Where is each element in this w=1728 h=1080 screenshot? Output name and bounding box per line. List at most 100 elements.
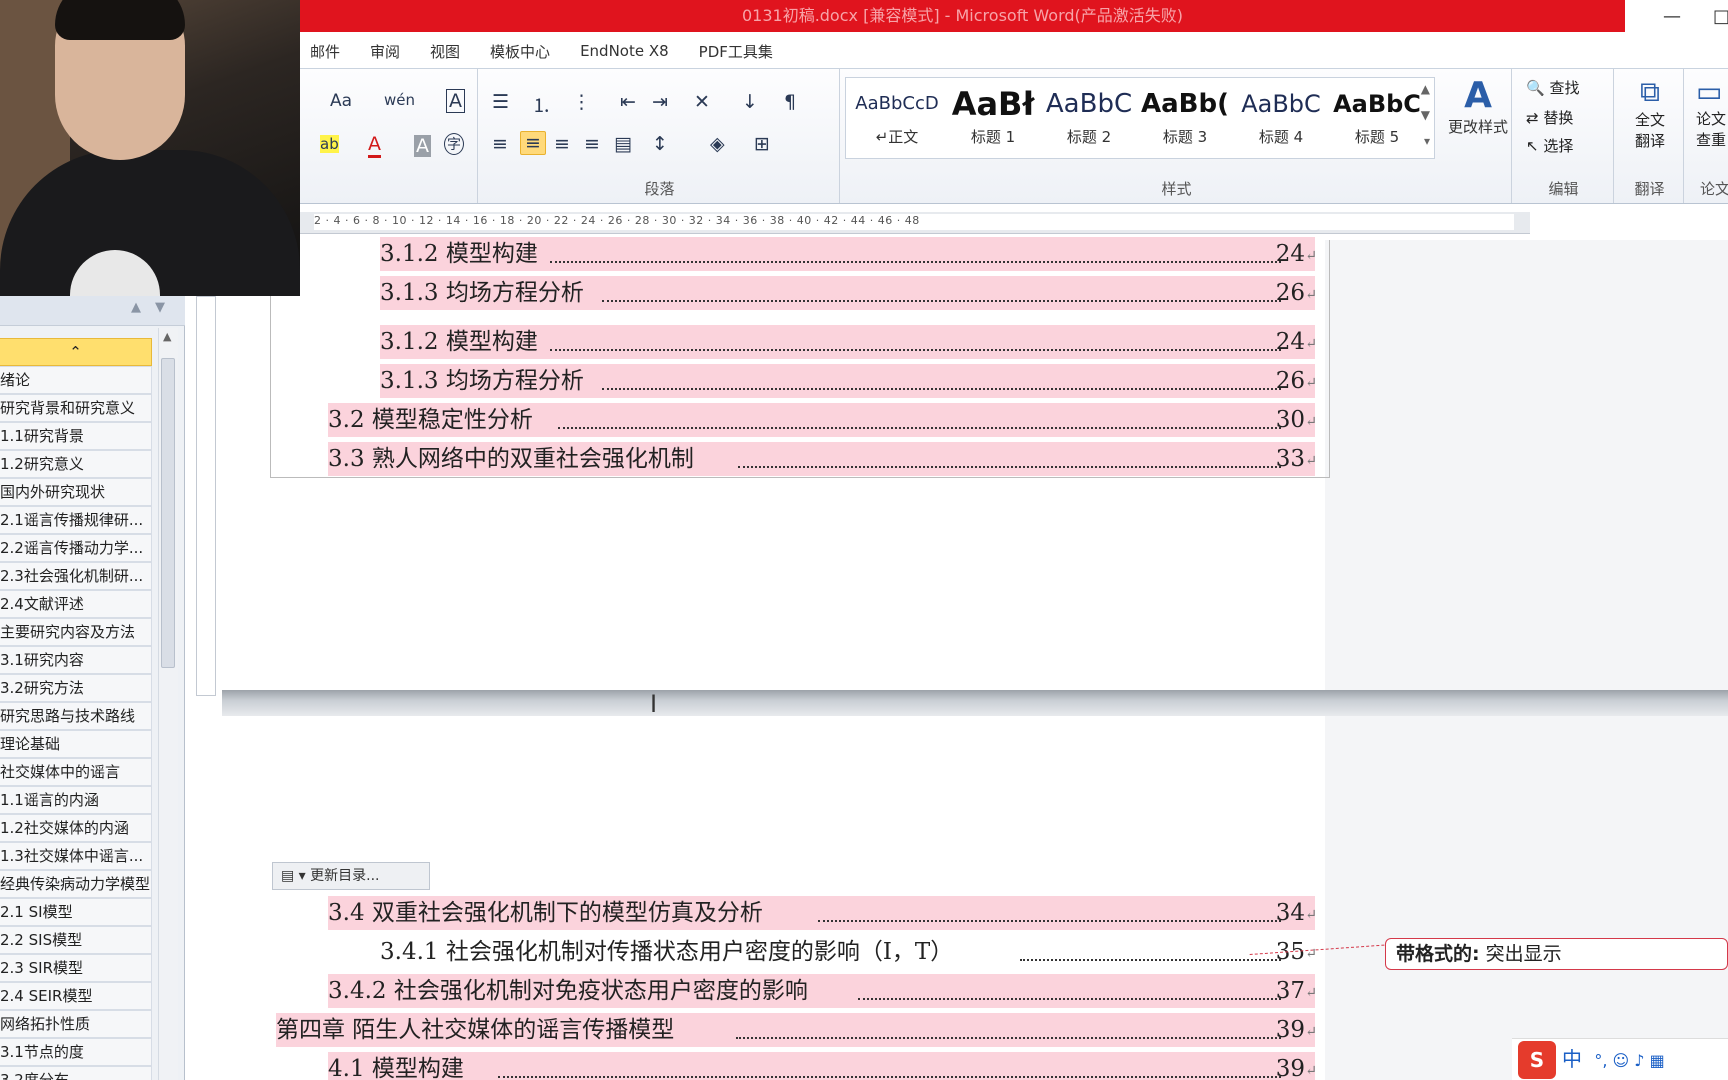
vertical-ruler[interactable] [196,296,216,696]
nav-heading-item[interactable]: 1.1谣言的内涵 [0,786,152,814]
tab-view[interactable]: 视图 [420,41,480,62]
ime-toolbar[interactable]: S中 °, ☺ ♪ ▦ [1512,1038,1728,1080]
nav-heading-item[interactable]: 3.2度分布 [0,1066,152,1080]
highlight-button[interactable]: ab [320,135,339,153]
borders-icon[interactable]: ⊞ [754,133,770,155]
style-heading-4[interactable]: AaBbC 标题 4 [1234,82,1328,156]
change-case-button[interactable]: Aa [330,91,352,111]
toc-field-border [270,240,1330,478]
text-cursor-icon: I [650,690,658,718]
style-normal[interactable]: AaBbCcD ↵正文 [850,82,944,156]
nav-heading-item[interactable]: 绪论 [0,366,152,394]
nav-heading-item[interactable]: 2.2 SIS模型 [0,926,152,954]
align-right-icon[interactable]: ≡ [554,133,570,155]
char-shading-button[interactable]: A [414,135,431,157]
find-button[interactable]: 🔍 查找 [1526,77,1579,98]
nav-heading-item[interactable]: 国内外研究现状 [0,478,152,506]
ime-lang[interactable]: 中 [1562,1047,1582,1071]
style-heading-2[interactable]: AaBbC 标题 2 [1042,82,1136,156]
numbering-icon[interactable]: ⒈ [532,91,551,118]
ime-tool-icons[interactable]: °, ☺ ♪ ▦ [1594,1051,1664,1070]
full-translate-button[interactable]: ⧉ 全文 翻译 [1626,75,1674,151]
toc-entry[interactable]: 3.4 双重社会强化机制下的模型仿真及分析 34 ↵ [328,896,1315,930]
nav-heading-item[interactable]: 理论基础 [0,730,152,758]
nav-heading-item[interactable]: 2.1谣言传播规律研... [0,506,152,534]
nav-heading-item[interactable]: 社交媒体中的谣言 [0,758,152,786]
distributed-icon[interactable]: ▤ [614,133,632,155]
nav-up-icon[interactable]: ▲ [131,300,141,315]
replace-button[interactable]: ⇄ 替换 [1526,107,1573,128]
gallery-more-icon[interactable]: ▾ [1424,134,1430,148]
font-color-button[interactable]: A [368,133,381,158]
shading-icon[interactable]: ◈ [710,133,725,155]
nav-heading-item[interactable]: 2.3 SIR模型 [0,954,152,982]
change-styles-button[interactable]: A 更改样式 [1446,75,1510,137]
restore-button[interactable]: □ [1713,6,1728,27]
nav-heading-item[interactable]: 1.3社交媒体中谣言... [0,842,152,870]
chinese-layout-icon[interactable]: ✕ [694,91,710,113]
nav-scroll-thumb[interactable] [161,358,175,668]
gallery-down-icon[interactable]: ▼ [1421,108,1430,122]
nav-heading-item[interactable]: 1.2研究意义 [0,450,152,478]
paper-check-button[interactable]: ▭ 论文 查重 [1696,75,1728,150]
format-comment-balloon[interactable]: 带格式的: 突出显示 [1385,938,1728,970]
minimize-button[interactable]: — [1663,6,1681,27]
toc-entry[interactable]: 3.4.1 社会强化机制对传播状态用户密度的影响（I，T） 35 ↵ [380,935,1315,969]
increase-indent-icon[interactable]: ⇥ [652,91,668,113]
line-spacing-icon[interactable]: ↕ [652,133,668,155]
nav-heading-item[interactable]: 2.2谣言传播动力学... [0,534,152,562]
nav-heading-item[interactable]: 1.1研究背景 [0,422,152,450]
tab-pdf-tools[interactable]: PDF工具集 [689,41,793,62]
tab-mail[interactable]: 邮件 [300,41,360,62]
nav-heading-item[interactable]: 3.1研究内容 [0,646,152,674]
enclose-char-button[interactable]: 字 [444,133,464,155]
tab-template-center[interactable]: 模板中心 [480,41,570,62]
bullets-icon[interactable]: ☰ [492,91,509,113]
nav-heading-item[interactable]: 网络拓扑性质 [0,1010,152,1038]
toc-entry[interactable]: 4.1 模型构建 39 ↵ [328,1052,1315,1080]
align-left-icon[interactable]: ≡ [492,133,508,155]
paragraph-mark-icon: ↵ [1305,1024,1315,1040]
nav-heading-item[interactable]: 2.1 SI模型 [0,898,152,926]
toc-entry[interactable]: 第四章 陌生人社交媒体的谣言传播模型 39 ↵ [276,1013,1315,1047]
nav-heading-item[interactable]: 研究背景和研究意义 [0,394,152,422]
toc-entry[interactable]: 3.4.2 社会强化机制对免疫状态用户密度的影响 37 ↵ [328,974,1315,1008]
nav-heading-item[interactable]: 研究思路与技术路线 [0,702,152,730]
nav-heading-item[interactable]: 2.4 SEIR模型 [0,982,152,1010]
horizontal-ruler[interactable]: 2 · 4 · 6 · 8 · 10 · 12 · 14 · 16 · 18 ·… [300,212,1530,234]
select-button[interactable]: ↖ 选择 [1526,135,1573,156]
comment-label: 带格式的: [1396,943,1480,965]
nav-heading-item[interactable]: 经典传染病动力学模型 [0,870,152,898]
nav-down-icon[interactable]: ▼ [155,300,165,315]
nav-heading-item[interactable]: 3.2研究方法 [0,674,152,702]
decrease-indent-icon[interactable]: ⇤ [620,91,636,113]
page-break-gap [222,690,1728,716]
show-marks-icon[interactable]: ¶ [784,91,796,113]
align-center-icon[interactable]: ≡ [520,131,546,155]
scroll-up-icon[interactable]: ▲ [163,330,171,343]
char-border-button[interactable]: A [446,89,465,113]
nav-scrollbar[interactable]: ▲ [158,328,178,1080]
style-heading-5[interactable]: AaBbC 标题 5 [1330,82,1424,156]
nav-heading-item[interactable]: 1.2社交媒体的内涵 [0,814,152,842]
style-heading-1[interactable]: AaBł 标题 1 [946,82,1040,156]
phonetic-guide-button[interactable]: wén [384,91,415,109]
select-label: 选择 [1543,137,1574,155]
sort-icon[interactable]: ↓ [742,91,758,113]
nav-heading-item[interactable]: 2.3社会强化机制研... [0,562,152,590]
nav-collapse-button[interactable]: ⌃ [0,338,152,366]
gallery-up-icon[interactable]: ▲ [1421,82,1430,96]
style-name: 标题 5 [1354,128,1400,146]
toc-entry-text: 4.1 模型构建 [328,1056,464,1080]
tab-review[interactable]: 审阅 [360,41,420,62]
justify-icon[interactable]: ≡ [584,133,600,155]
nav-heading-item[interactable]: 2.4文献评述 [0,590,152,618]
nav-heading-item[interactable]: 3.1节点的度 [0,1038,152,1066]
multilevel-list-icon[interactable]: ⋮ [572,91,591,113]
update-toc-button[interactable]: ▤ ▾ 更新目录... [272,862,430,890]
style-name: 标题 1 [970,128,1016,146]
tab-endnote[interactable]: EndNote X8 [570,42,689,60]
nav-heading-item[interactable]: 主要研究内容及方法 [0,618,152,646]
style-heading-3[interactable]: AaBb( 标题 3 [1138,82,1232,156]
paragraph-group-label: 段落 [644,180,675,198]
